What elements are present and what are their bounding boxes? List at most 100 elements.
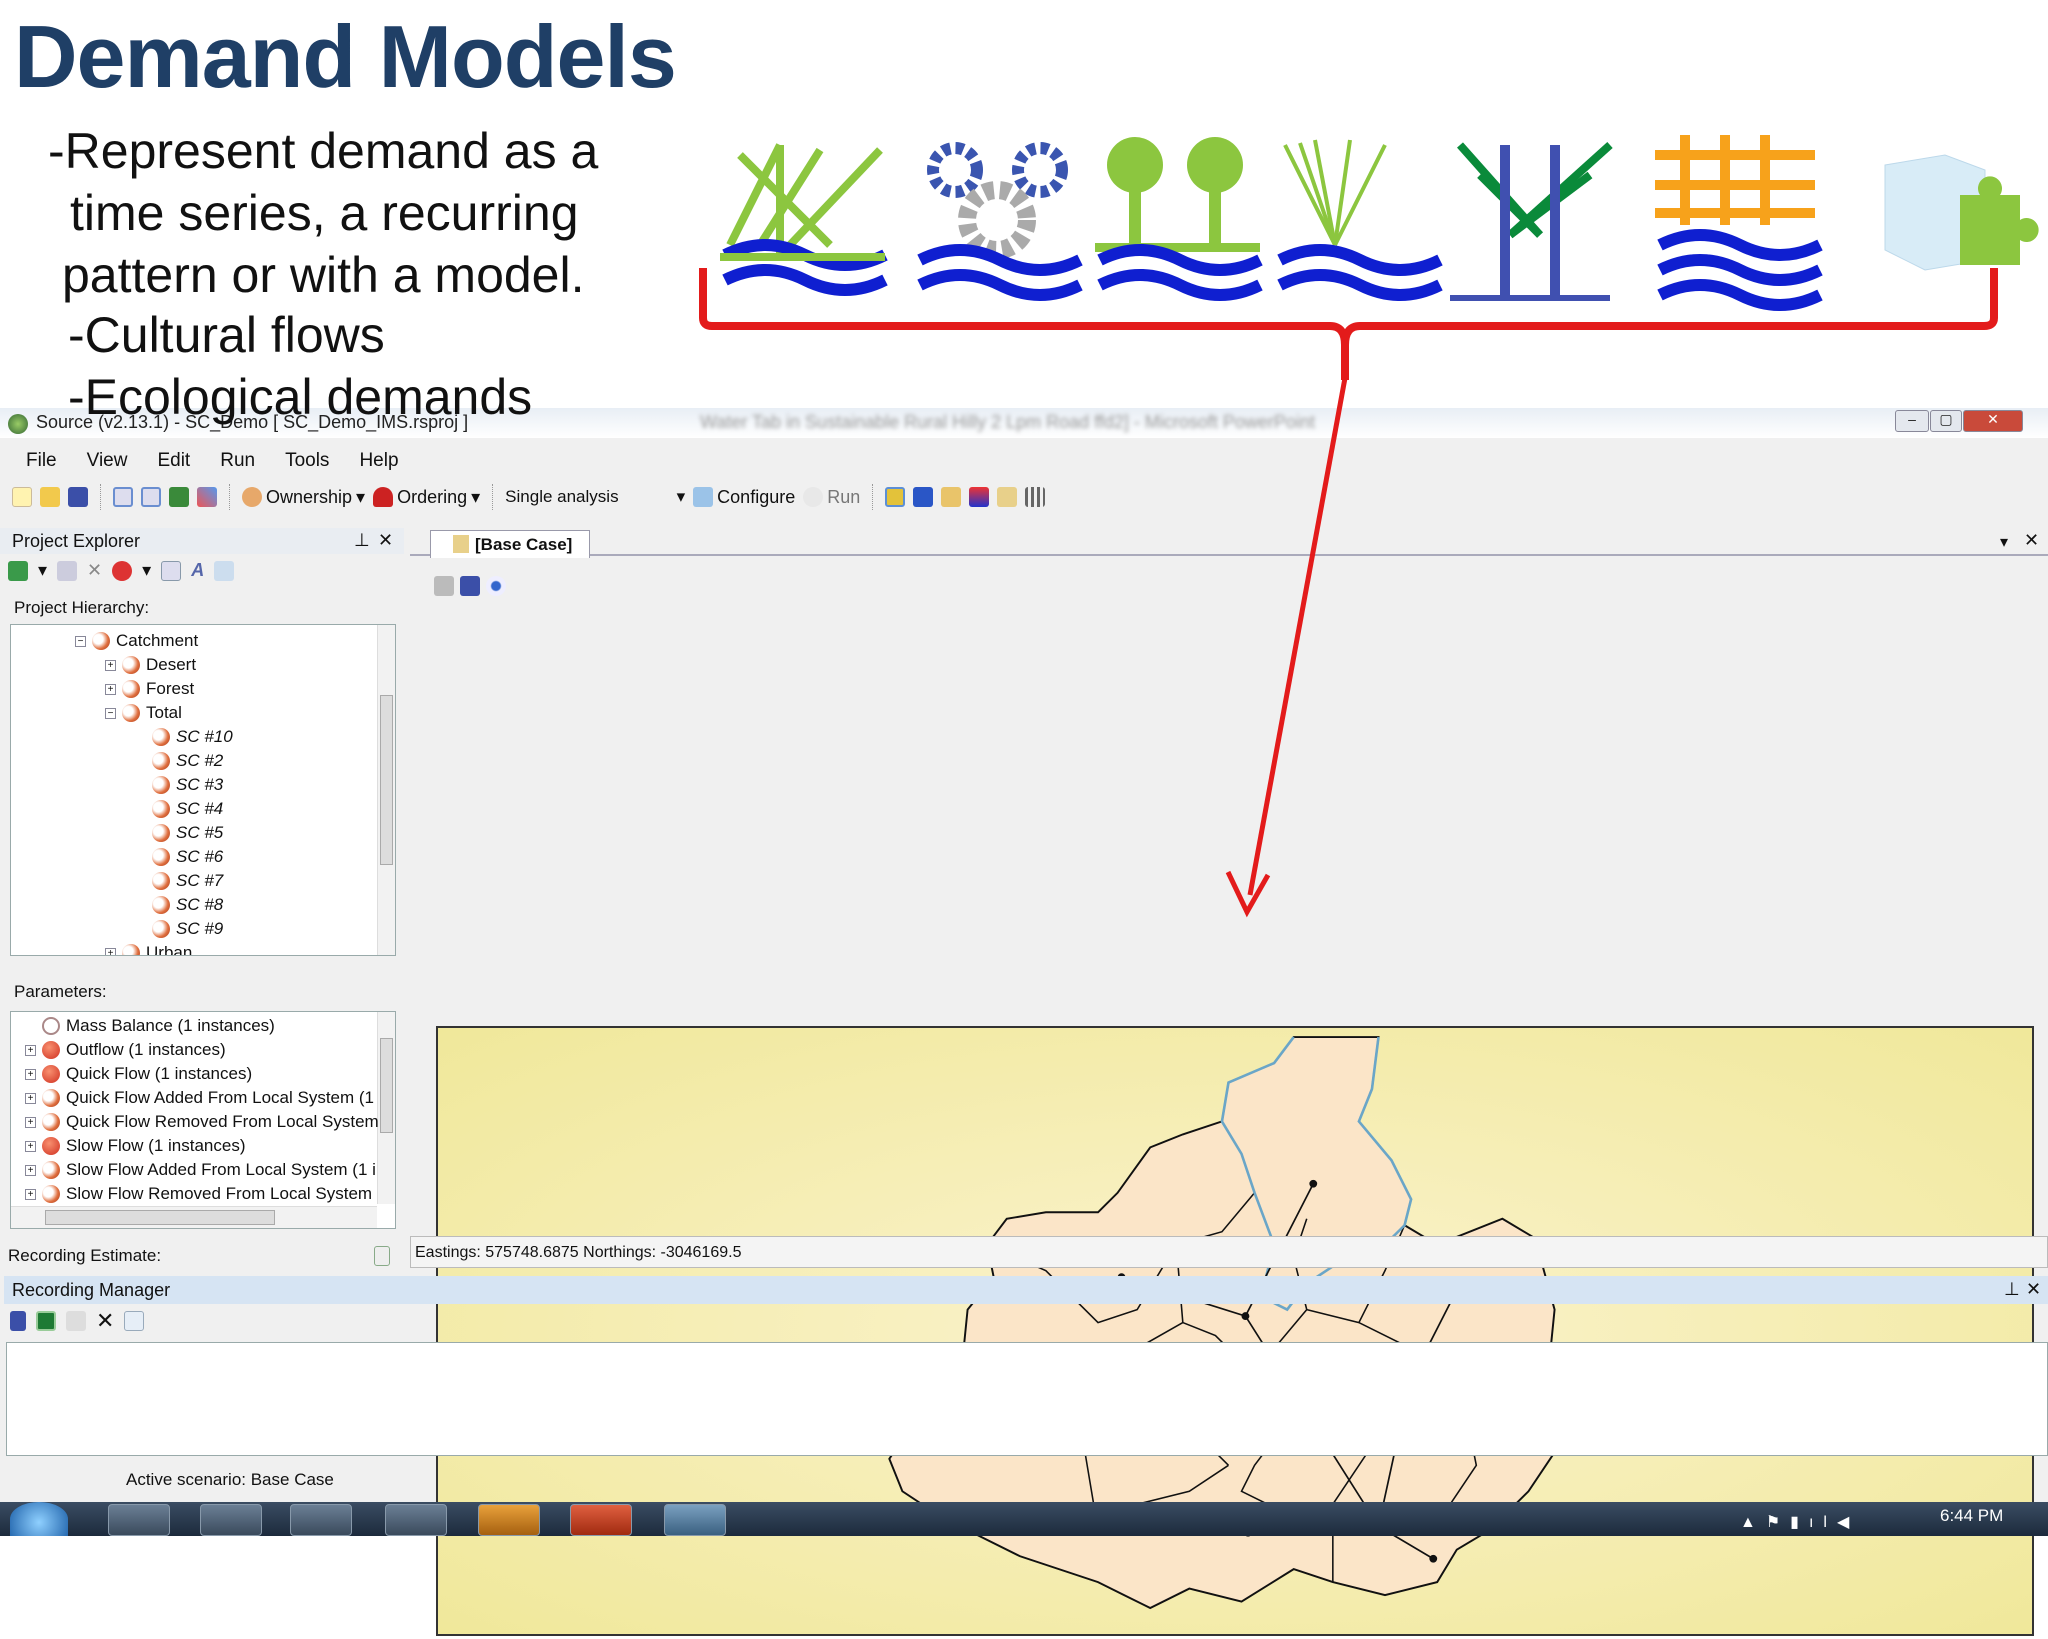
expander-icon[interactable]: +: [105, 947, 116, 955]
print-icon[interactable]: [434, 576, 454, 596]
menu-view[interactable]: View: [87, 450, 128, 474]
expander-icon[interactable]: +: [25, 1092, 36, 1104]
expander-icon[interactable]: +: [25, 1140, 36, 1152]
taskbar-explorer-icon[interactable]: [108, 1504, 170, 1536]
font-icon[interactable]: A: [191, 560, 204, 581]
tree-item[interactable]: SC #8: [135, 895, 223, 915]
start-button[interactable]: [10, 1502, 68, 1536]
copy-icon[interactable]: [57, 560, 78, 581]
save-recording-icon[interactable]: [10, 1311, 26, 1331]
grid-view-icon[interactable]: [141, 487, 161, 507]
folder-icon[interactable]: [66, 1311, 86, 1331]
pin-recording-icon[interactable]: ⊥: [2004, 1279, 2020, 1300]
parameter-item[interactable]: + Quick Flow Added From Local System (1: [25, 1088, 374, 1108]
tree-scrollbar[interactable]: [377, 625, 395, 955]
parameters-hscrollbar[interactable]: [11, 1206, 377, 1228]
parameter-item[interactable]: + Quick Flow (1 instances): [25, 1064, 252, 1084]
clipboard-icon[interactable]: [124, 1311, 145, 1331]
tree-view-icon[interactable]: [113, 487, 133, 507]
taskbar-source-icon[interactable]: [664, 1504, 726, 1536]
catchment-map[interactable]: [436, 1026, 2034, 1636]
delete-recording-icon[interactable]: ✕: [96, 1308, 114, 1334]
tree-item[interactable]: SC #10: [135, 727, 233, 747]
panel-icon[interactable]: [161, 560, 182, 581]
parameters-vscrollbar[interactable]: [377, 1012, 395, 1204]
system-tray-icons[interactable]: ▲⚑▮ıl◀: [1740, 1512, 1859, 1532]
tree-item[interactable]: SC #2: [135, 751, 223, 771]
expander-icon[interactable]: +: [25, 1068, 36, 1080]
close-button[interactable]: ✕: [1963, 410, 2023, 432]
feather-icon[interactable]: [913, 487, 934, 507]
close-recording-icon[interactable]: ✕: [2026, 1279, 2041, 1300]
tree-item[interactable]: + Urban: [105, 943, 192, 955]
taskbar-word-icon[interactable]: [385, 1504, 447, 1536]
tree-item[interactable]: SC #6: [135, 847, 223, 867]
view-icon[interactable]: [486, 576, 506, 596]
tab-base-case[interactable]: [Base Case]: [430, 530, 590, 558]
tree-item[interactable]: + Forest: [105, 679, 194, 699]
minimize-button[interactable]: –: [1895, 410, 1929, 432]
expander-icon[interactable]: +: [25, 1044, 36, 1056]
function-icon[interactable]: [112, 560, 133, 581]
parameter-item[interactable]: Mass Balance (1 instances): [25, 1016, 275, 1036]
parameter-item[interactable]: + Outflow (1 instances): [25, 1040, 226, 1060]
ownership-dropdown[interactable]: Ownership ▾: [242, 487, 365, 508]
tree-item[interactable]: SC #7: [135, 871, 223, 891]
menu-run[interactable]: Run: [220, 450, 255, 474]
tree-item[interactable]: SC #3: [135, 775, 223, 795]
menu-edit[interactable]: Edit: [157, 450, 190, 474]
estimate-icon[interactable]: [374, 1246, 390, 1266]
expander-icon[interactable]: −: [75, 635, 86, 647]
ordering-dropdown[interactable]: Ordering ▾: [373, 487, 480, 508]
project-hierarchy-tree[interactable]: − Catchment + Desert + Forest − Total SC #10 SC #…: [10, 624, 396, 956]
plugin-icon[interactable]: [997, 487, 1018, 507]
map-icon[interactable]: [169, 487, 189, 507]
maximize-button[interactable]: ▢: [1930, 410, 1962, 432]
hierarchy-icon[interactable]: [214, 560, 235, 581]
open-folder-icon[interactable]: [40, 487, 60, 507]
taskbar-powerpoint-icon[interactable]: [570, 1504, 632, 1536]
menu-tools[interactable]: Tools: [285, 450, 329, 474]
expander-icon[interactable]: +: [105, 683, 116, 695]
expander-icon[interactable]: +: [105, 659, 116, 671]
parameters-list[interactable]: Mass Balance (1 instances) + Outflow (1 in…: [10, 1011, 396, 1229]
menu-file[interactable]: File: [26, 450, 57, 474]
parameter-item[interactable]: + Quick Flow Removed From Local System: [25, 1112, 379, 1132]
parameter-item[interactable]: + Slow Flow (1 instances): [25, 1136, 246, 1156]
taskbar-outlook-icon[interactable]: [478, 1504, 540, 1536]
layout-icon[interactable]: [885, 487, 906, 507]
expander-icon[interactable]: +: [25, 1116, 36, 1128]
shapes-icon[interactable]: [969, 487, 990, 507]
taskbar-ie-icon[interactable]: [200, 1504, 262, 1536]
tree-item[interactable]: + Desert: [105, 655, 196, 675]
parameter-item[interactable]: + Slow Flow Added From Local System (1 i: [25, 1160, 376, 1180]
taskbar-media-player-icon[interactable]: [290, 1504, 352, 1536]
tree-item[interactable]: SC #5: [135, 823, 223, 843]
grid-icon[interactable]: [1025, 487, 1046, 507]
link-icon[interactable]: [941, 487, 962, 507]
taskbar-clock[interactable]: 6:44 PM: [1940, 1506, 2003, 1526]
tree-item[interactable]: − Catchment: [75, 631, 198, 651]
delete-icon[interactable]: ✕: [87, 560, 102, 581]
expander-icon[interactable]: +: [25, 1188, 36, 1200]
configure-button[interactable]: Configure: [693, 487, 795, 508]
new-project-icon[interactable]: [12, 487, 32, 507]
save-map-icon[interactable]: [460, 576, 480, 596]
tree-item[interactable]: − Total: [105, 703, 182, 723]
run-button[interactable]: Run: [803, 487, 860, 508]
expander-icon[interactable]: −: [105, 707, 116, 719]
tree-item[interactable]: SC #4: [135, 799, 223, 819]
tab-dropdown-icon[interactable]: ▾: [2000, 532, 2008, 552]
expander-icon[interactable]: +: [25, 1164, 36, 1176]
analysis-type-select[interactable]: Single analysis ▾: [505, 487, 685, 507]
save-icon[interactable]: [68, 487, 88, 507]
recording-list[interactable]: [6, 1342, 2048, 1456]
menu-help[interactable]: Help: [359, 450, 398, 474]
parameter-item[interactable]: + Slow Flow Removed From Local System: [25, 1184, 372, 1204]
add-node-icon[interactable]: [8, 560, 28, 581]
chart-icon[interactable]: [197, 487, 217, 507]
close-document-icon[interactable]: ✕: [2024, 530, 2039, 551]
tree-item[interactable]: SC #9: [135, 919, 223, 939]
close-panel-icon[interactable]: ✕: [378, 530, 393, 551]
excel-export-icon[interactable]: [36, 1311, 56, 1331]
